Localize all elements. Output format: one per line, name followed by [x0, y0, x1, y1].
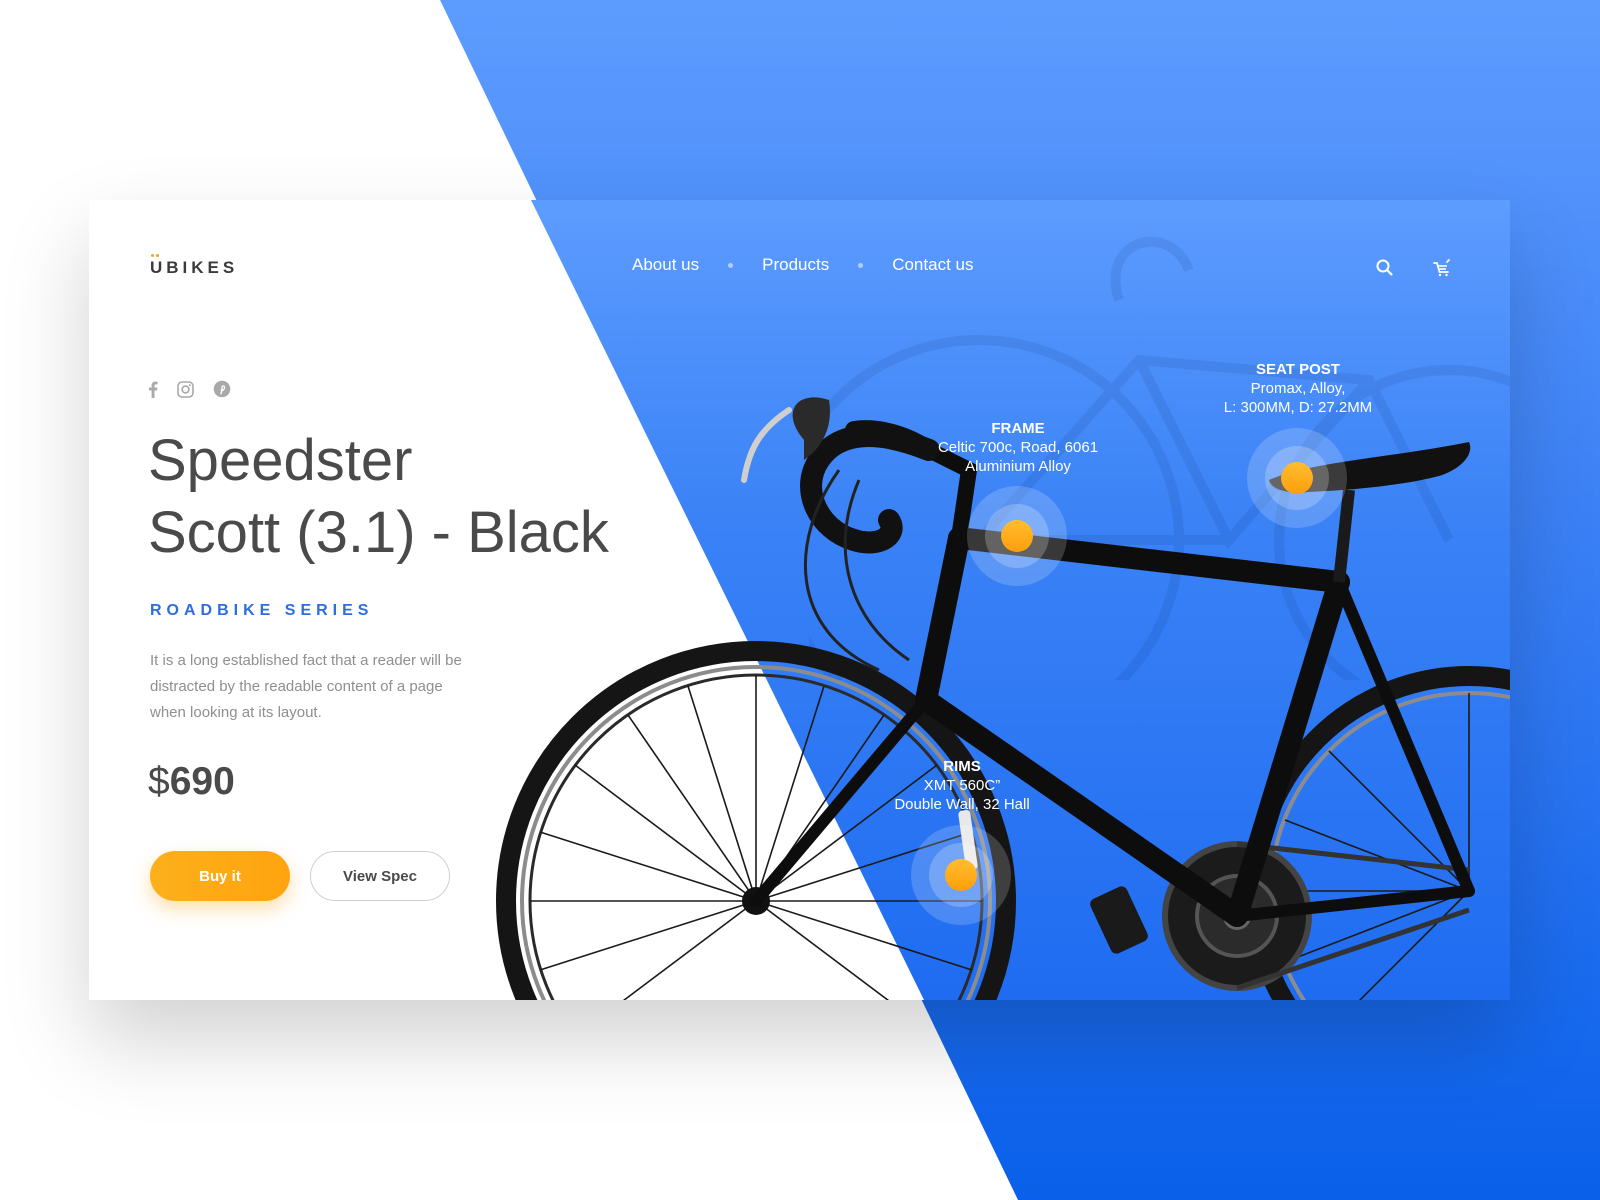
- rims-spec: RIMS XMT 560C” Double Wall, 32 Hall: [842, 757, 1082, 814]
- nav-separator-dot: [728, 262, 734, 268]
- product-series: ROADBIKE SERIES: [150, 602, 374, 619]
- nav-item-about[interactable]: About us: [632, 255, 699, 275]
- nav-separator-dot: [858, 262, 864, 268]
- frame-title: FRAME: [991, 420, 1045, 437]
- price-currency: $: [148, 760, 170, 803]
- facebook-icon[interactable]: [148, 381, 158, 398]
- frame-line-2: Aluminium Alloy: [965, 458, 1071, 475]
- seat-post-spec: SEAT POST Promax, Alloy, L: 300MM, D: 27…: [1178, 360, 1418, 417]
- social-links: [148, 380, 250, 398]
- frame-hotspot[interactable]: [967, 486, 1067, 586]
- brand-logo[interactable]: UBIKES: [150, 258, 238, 278]
- search-icon[interactable]: [1375, 258, 1395, 278]
- buy-button[interactable]: Buy it: [150, 851, 290, 901]
- product-title: Speedster Scott (3.1) - Black: [148, 425, 668, 569]
- cart-icon[interactable]: [1432, 258, 1452, 278]
- rims-hotspot[interactable]: [911, 825, 1011, 925]
- hero-card: UBIKES About us Products Contact us Spee…: [89, 200, 1510, 1000]
- seat-post-line-1: Promax, Alloy,: [1250, 380, 1346, 397]
- main-nav: About us Products Contact us: [632, 255, 973, 275]
- view-spec-button[interactable]: View Spec: [310, 851, 450, 901]
- rims-title: RIMS: [943, 758, 981, 775]
- rims-line-2: Double Wall, 32 Hall: [894, 796, 1030, 813]
- product-description: It is a long established fact that a rea…: [150, 652, 462, 721]
- frame-line-1: Celtic 700c, Road, 6061: [937, 439, 1099, 456]
- price-amount: 690: [169, 760, 235, 803]
- seat-post-line-2: L: 300MM, D: 27.2MM: [1223, 399, 1373, 416]
- rims-line-1: XMT 560C”: [923, 777, 1001, 794]
- product-price: $690: [148, 760, 235, 804]
- instagram-icon[interactable]: [177, 380, 194, 398]
- seat-post-title: SEAT POST: [1256, 361, 1340, 378]
- frame-spec: FRAME Celtic 700c, Road, 6061 Aluminium …: [898, 419, 1138, 476]
- nav-item-contact[interactable]: Contact us: [892, 255, 973, 275]
- pinterest-icon[interactable]: [213, 380, 231, 398]
- seat-post-hotspot[interactable]: [1247, 428, 1347, 528]
- nav-item-products[interactable]: Products: [762, 255, 829, 275]
- product-title-line-2: Scott (3.1) - Black: [148, 500, 609, 565]
- product-title-line-1: Speedster: [148, 428, 413, 493]
